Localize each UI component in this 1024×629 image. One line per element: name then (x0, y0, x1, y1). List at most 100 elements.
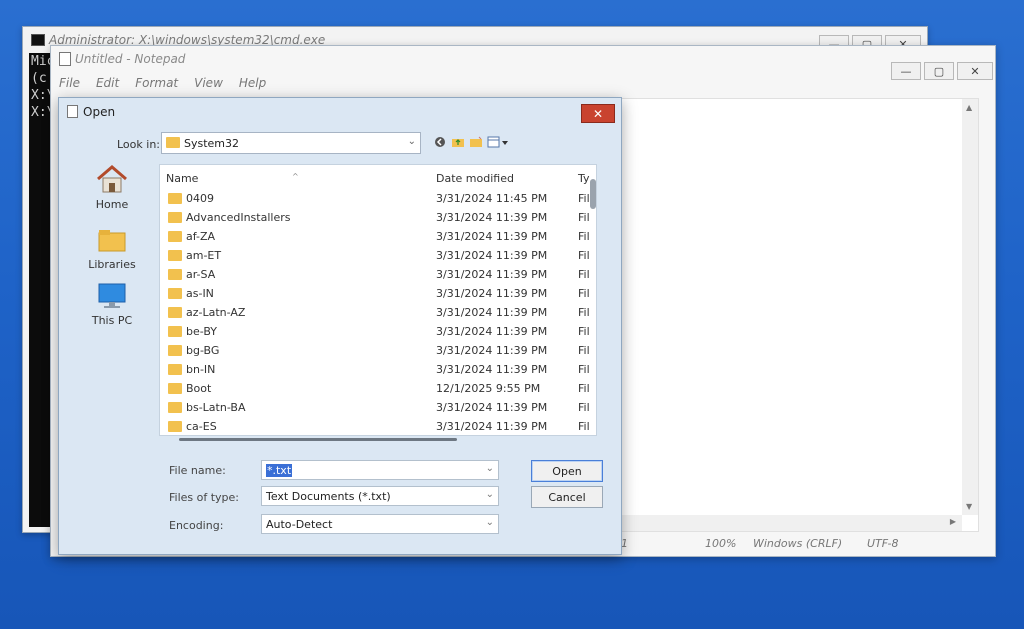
folder-icon (166, 137, 180, 148)
list-item[interactable]: be-BY 3/31/2024 11:39 PM Fil (160, 322, 596, 341)
folder-icon (168, 402, 182, 413)
scroll-right-icon[interactable]: ▶ (950, 517, 956, 526)
look-in-dropdown[interactable]: System32 ⌄ (161, 132, 421, 154)
menu-help[interactable]: Help (231, 76, 274, 96)
open-dialog[interactable]: Open ✕ Look in: System32 ⌄ Home Librarie… (58, 97, 622, 555)
place-this-pc-label: This PC (91, 314, 133, 327)
up-folder-icon[interactable] (451, 135, 465, 149)
file-type: Fil (578, 230, 590, 243)
look-in-value: System32 (184, 137, 240, 150)
dialog-title: Open (83, 105, 116, 119)
file-date: 3/31/2024 11:39 PM (436, 211, 548, 224)
list-item[interactable]: 0409 3/31/2024 11:45 PM Fil (160, 189, 596, 208)
file-date: 3/31/2024 11:39 PM (436, 249, 548, 262)
place-home[interactable]: Home (69, 164, 155, 211)
chevron-down-icon[interactable]: ⌄ (486, 463, 494, 474)
list-item[interactable]: AdvancedInstallers 3/31/2024 11:39 PM Fil (160, 208, 596, 227)
list-item[interactable]: am-ET 3/31/2024 11:39 PM Fil (160, 246, 596, 265)
notepad-menubar: File Edit Format View Help (51, 76, 274, 96)
new-folder-icon[interactable] (469, 135, 483, 149)
folder-icon (168, 250, 182, 261)
menu-edit[interactable]: Edit (88, 76, 127, 96)
maximize-icon[interactable]: ▢ (924, 62, 954, 80)
file-name: AdvancedInstallers (186, 211, 291, 224)
dialog-close-button[interactable]: ✕ (581, 104, 615, 123)
folder-icon (168, 288, 182, 299)
back-icon[interactable] (433, 135, 447, 149)
folder-icon (168, 269, 182, 280)
list-item[interactable]: ca-ES 3/31/2024 11:39 PM Fil (160, 417, 596, 435)
menu-format[interactable]: Format (127, 76, 186, 96)
menu-view[interactable]: View (186, 76, 231, 96)
file-type: Fil (578, 192, 590, 205)
dialog-titlebar[interactable]: Open ✕ (59, 98, 621, 124)
encoding-value: Auto-Detect (266, 518, 333, 531)
vertical-scrollbar[interactable]: ▲ ▼ (962, 99, 978, 515)
file-name-input[interactable]: *.txt ⌄ (261, 460, 499, 480)
files-of-type-dropdown[interactable]: Text Documents (*.txt) ⌄ (261, 486, 499, 506)
folder-icon (168, 231, 182, 242)
file-name: as-IN (186, 287, 214, 300)
notepad-app-icon (59, 52, 71, 66)
file-list-vertical-scrollbar[interactable] (590, 179, 596, 209)
folder-icon (168, 364, 182, 375)
file-list[interactable]: ^ Name Date modified Ty 0409 3/31/2024 11… (159, 164, 597, 436)
encoding-label: Encoding: (169, 519, 224, 532)
file-date: 12/1/2025 9:55 PM (436, 382, 541, 395)
folder-icon (168, 326, 182, 337)
notepad-titlebar[interactable]: Untitled - Notepad — ▢ ✕ (51, 46, 995, 80)
column-name[interactable]: Name (166, 172, 198, 185)
file-type: Fil (578, 287, 590, 300)
minimize-icon[interactable]: — (891, 62, 921, 80)
place-this-pc[interactable]: This PC (69, 282, 155, 327)
notepad-title: Untitled - Notepad (75, 52, 186, 66)
scroll-down-icon[interactable]: ▼ (966, 502, 972, 511)
notepad-window-controls: — ▢ ✕ (891, 62, 993, 80)
list-item[interactable]: bg-BG 3/31/2024 11:39 PM Fil (160, 341, 596, 360)
folder-icon (168, 193, 182, 204)
encoding-dropdown[interactable]: Auto-Detect ⌄ (261, 514, 499, 534)
place-libraries-label: Libraries (88, 258, 136, 271)
status-encoding: UTF-8 (867, 537, 899, 550)
file-name: bn-IN (186, 363, 216, 376)
list-item[interactable]: az-Latn-AZ 3/31/2024 11:39 PM Fil (160, 303, 596, 322)
list-item[interactable]: bs-Latn-BA 3/31/2024 11:39 PM Fil (160, 398, 596, 417)
file-date: 3/31/2024 11:39 PM (436, 420, 548, 433)
file-list-rows: 0409 3/31/2024 11:45 PM Fil AdvancedInstal… (160, 189, 596, 435)
cmd-app-icon (31, 34, 45, 46)
open-button[interactable]: Open (531, 460, 603, 482)
chevron-down-icon: ⌄ (485, 489, 494, 500)
file-name-value: *.txt (266, 464, 293, 477)
file-type: Fil (578, 249, 590, 262)
files-of-type-label: Files of type: (169, 491, 240, 504)
file-name: af-ZA (186, 230, 216, 243)
places-bar: Home Libraries This PC (69, 160, 155, 490)
close-icon[interactable]: ✕ (957, 62, 993, 80)
home-icon (97, 165, 127, 193)
menu-file[interactable]: File (51, 76, 88, 96)
dialog-toolbar (433, 135, 509, 149)
sort-ascending-icon: ^ (292, 172, 299, 181)
file-type: Fil (578, 211, 590, 224)
file-name: ca-ES (186, 420, 217, 433)
list-item[interactable]: bn-IN 3/31/2024 11:39 PM Fil (160, 360, 596, 379)
file-date: 3/31/2024 11:39 PM (436, 268, 548, 281)
scroll-up-icon[interactable]: ▲ (966, 103, 972, 112)
file-type: Fil (578, 382, 590, 395)
list-item[interactable]: ar-SA 3/31/2024 11:39 PM Fil (160, 265, 596, 284)
libraries-icon (98, 230, 126, 252)
file-date: 3/31/2024 11:39 PM (436, 230, 548, 243)
column-type[interactable]: Ty (578, 172, 590, 185)
cancel-button[interactable]: Cancel (531, 486, 603, 508)
file-type: Fil (578, 306, 590, 319)
place-libraries[interactable]: Libraries (69, 226, 155, 271)
list-item[interactable]: Boot 12/1/2025 9:55 PM Fil (160, 379, 596, 398)
look-in-label: Look in: (117, 138, 160, 151)
view-menu-icon[interactable] (487, 135, 509, 149)
list-item[interactable]: as-IN 3/31/2024 11:39 PM Fil (160, 284, 596, 303)
list-item[interactable]: af-ZA 3/31/2024 11:39 PM Fil (160, 227, 596, 246)
file-list-horizontal-scrollbar[interactable] (179, 438, 457, 441)
column-date-modified[interactable]: Date modified (436, 172, 514, 185)
file-name: 0409 (186, 192, 214, 205)
file-name: bs-Latn-BA (186, 401, 246, 414)
